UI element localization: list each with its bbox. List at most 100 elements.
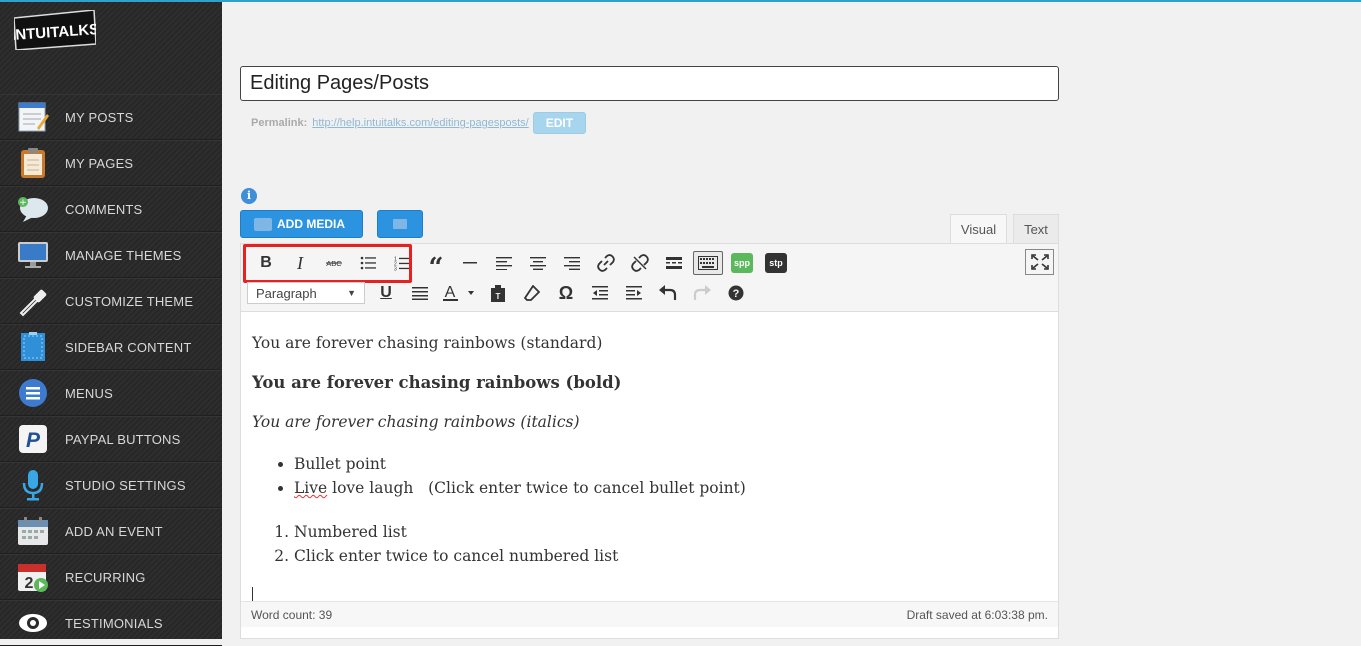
eraser-icon xyxy=(524,285,540,301)
insert-link-button[interactable] xyxy=(589,250,623,276)
sidebar-item-menus[interactable]: MENUS xyxy=(0,370,222,416)
help-icon: ? xyxy=(728,285,744,301)
sidebar-item-manage-themes[interactable]: MANAGE THEMES xyxy=(0,232,222,278)
svg-text:T: T xyxy=(496,292,501,301)
sidebar-item-sidebar-content[interactable]: SIDEBAR CONTENT xyxy=(0,324,222,370)
align-center-button[interactable] xyxy=(521,250,555,276)
sidebar-item-label: RECURRING xyxy=(65,569,146,585)
recurring-calendar-icon: 2 xyxy=(16,560,50,594)
sidebar-item-label: COMMENTS xyxy=(65,201,143,217)
toolbar-toggle-button[interactable] xyxy=(693,251,723,275)
align-right-icon xyxy=(564,257,580,270)
sidebar-item-paypal-buttons[interactable]: P PAYPAL BUTTONS xyxy=(0,416,222,462)
svg-text:P: P xyxy=(26,429,41,452)
link-icon xyxy=(597,254,615,272)
paste-as-text-button[interactable]: T xyxy=(481,280,515,306)
insert-image-button[interactable] xyxy=(377,210,423,238)
draft-saved-status: Draft saved at 6:03:38 pm. xyxy=(906,607,1048,622)
spp-button[interactable]: spp xyxy=(731,253,753,273)
sidebar-item-recurring[interactable]: 2 RECURRING xyxy=(0,554,222,600)
list-item: Bullet point xyxy=(294,452,1042,476)
notepad-icon xyxy=(16,100,50,134)
eyedropper-icon xyxy=(16,284,50,318)
sidebar-item-label: STUDIO SETTINGS xyxy=(65,477,186,493)
sidebar-item-label: MENUS xyxy=(65,385,113,401)
main-content: Permalink: http://help.intuitalks.com/ed… xyxy=(222,0,1361,639)
indent-icon xyxy=(626,286,642,300)
sidebar-nav: MY POSTS MY PAGES + COMMENTS MANAGE THEM… xyxy=(0,94,222,646)
add-media-button[interactable]: ADD MEDIA xyxy=(240,210,363,238)
sidebar-item-my-posts[interactable]: MY POSTS xyxy=(0,94,222,140)
paragraph-italics: You are forever chasing rainbows (italic… xyxy=(252,413,580,431)
media-icon xyxy=(254,217,272,231)
justify-icon xyxy=(412,287,428,300)
sidebar-item-add-an-event[interactable]: ADD AN EVENT xyxy=(0,508,222,554)
speech-bubble-icon: + xyxy=(16,192,50,226)
blockquote-button[interactable]: “ xyxy=(419,250,453,283)
sidebar-item-label: MY POSTS xyxy=(65,109,134,125)
text-color-button[interactable]: A xyxy=(437,280,481,306)
format-select[interactable]: Paragraph ▼ xyxy=(247,282,365,304)
editor-content[interactable]: You are forever chasing rainbows (standa… xyxy=(252,334,1042,588)
post-title-input[interactable] xyxy=(240,66,1059,101)
fullscreen-icon xyxy=(1030,254,1049,270)
align-right-button[interactable] xyxy=(555,250,589,276)
tab-visual[interactable]: Visual xyxy=(950,214,1007,244)
sidebar-item-label: MANAGE THEMES xyxy=(65,247,182,263)
eye-icon xyxy=(16,606,50,640)
special-character-button[interactable]: Ω xyxy=(549,280,583,306)
indent-button[interactable] xyxy=(617,280,651,306)
read-more-button[interactable] xyxy=(657,250,691,276)
sidebar-item-comments[interactable]: + COMMENTS xyxy=(0,186,222,232)
underline-icon: U xyxy=(380,284,392,301)
intuitalks-logo[interactable]: INTUITALKS xyxy=(14,10,96,50)
tab-text[interactable]: Text xyxy=(1013,214,1059,244)
outdent-button[interactable] xyxy=(583,280,617,306)
paragraph-standard: You are forever chasing rainbows (standa… xyxy=(252,334,603,352)
permalink-link[interactable]: http://help.intuitalks.com/editing-pages… xyxy=(312,117,528,129)
list-item-text: love laugh (Click enter twice to cancel … xyxy=(327,479,746,497)
word-count: Word count: 39 xyxy=(251,607,333,622)
clear-formatting-button[interactable] xyxy=(515,280,549,306)
bullet-list: Bullet point Live love laugh (Click ente… xyxy=(294,452,1042,500)
align-left-icon xyxy=(496,257,512,270)
edit-permalink-button[interactable]: EDIT xyxy=(532,112,587,134)
fullscreen-button[interactable] xyxy=(1025,249,1054,275)
microphone-icon xyxy=(16,468,50,502)
sidebar-item-studio-settings[interactable]: STUDIO SETTINGS xyxy=(0,462,222,508)
horizontal-line-icon xyxy=(463,262,477,264)
keyboard-icon xyxy=(698,256,718,270)
misspelled-word[interactable]: Live xyxy=(294,479,327,497)
editor-status-bar: Word count: 39 Draft saved at 6:03:38 pm… xyxy=(241,601,1058,627)
sidebar-item-customize-theme[interactable]: CUSTOMIZE THEME xyxy=(0,278,222,324)
read-more-icon xyxy=(666,257,682,269)
sidebar-icon xyxy=(16,330,50,364)
editor-toolbar: B I ABC 123 “ spp stp Paragraph ▼ U A T … xyxy=(241,244,1058,312)
align-left-button[interactable] xyxy=(487,250,521,276)
horizontal-line-button[interactable] xyxy=(453,250,487,276)
justify-button[interactable] xyxy=(403,280,437,306)
underline-button[interactable]: U xyxy=(369,280,403,306)
remove-link-button[interactable] xyxy=(623,250,657,276)
info-icon[interactable]: i xyxy=(241,188,257,204)
sidebar-item-label: TESTIMONIALS xyxy=(65,615,163,631)
help-button[interactable]: ? xyxy=(719,280,753,306)
monitor-icon xyxy=(16,238,50,272)
sidebar-item-label: CUSTOMIZE THEME xyxy=(65,293,194,309)
menu-icon xyxy=(16,376,50,410)
unlink-icon xyxy=(631,254,649,272)
svg-text:2: 2 xyxy=(25,575,34,592)
sidebar-item-testimonials[interactable]: TESTIMONIALS xyxy=(0,600,222,646)
sidebar-item-my-pages[interactable]: MY PAGES xyxy=(0,140,222,186)
stp-button[interactable]: stp xyxy=(765,253,787,273)
admin-sidebar: INTUITALKS MY POSTS MY PAGES + COMMENTS … xyxy=(0,0,222,646)
format-select-value: Paragraph xyxy=(256,285,317,301)
redo-button[interactable] xyxy=(685,280,719,306)
quote-icon: “ xyxy=(428,253,444,283)
sidebar-item-label: MY PAGES xyxy=(65,155,134,171)
list-item: Numbered list xyxy=(294,520,1042,544)
image-icon xyxy=(393,219,407,229)
add-media-label: ADD MEDIA xyxy=(277,217,345,231)
calendar-icon xyxy=(16,514,50,548)
undo-button[interactable] xyxy=(651,280,685,306)
